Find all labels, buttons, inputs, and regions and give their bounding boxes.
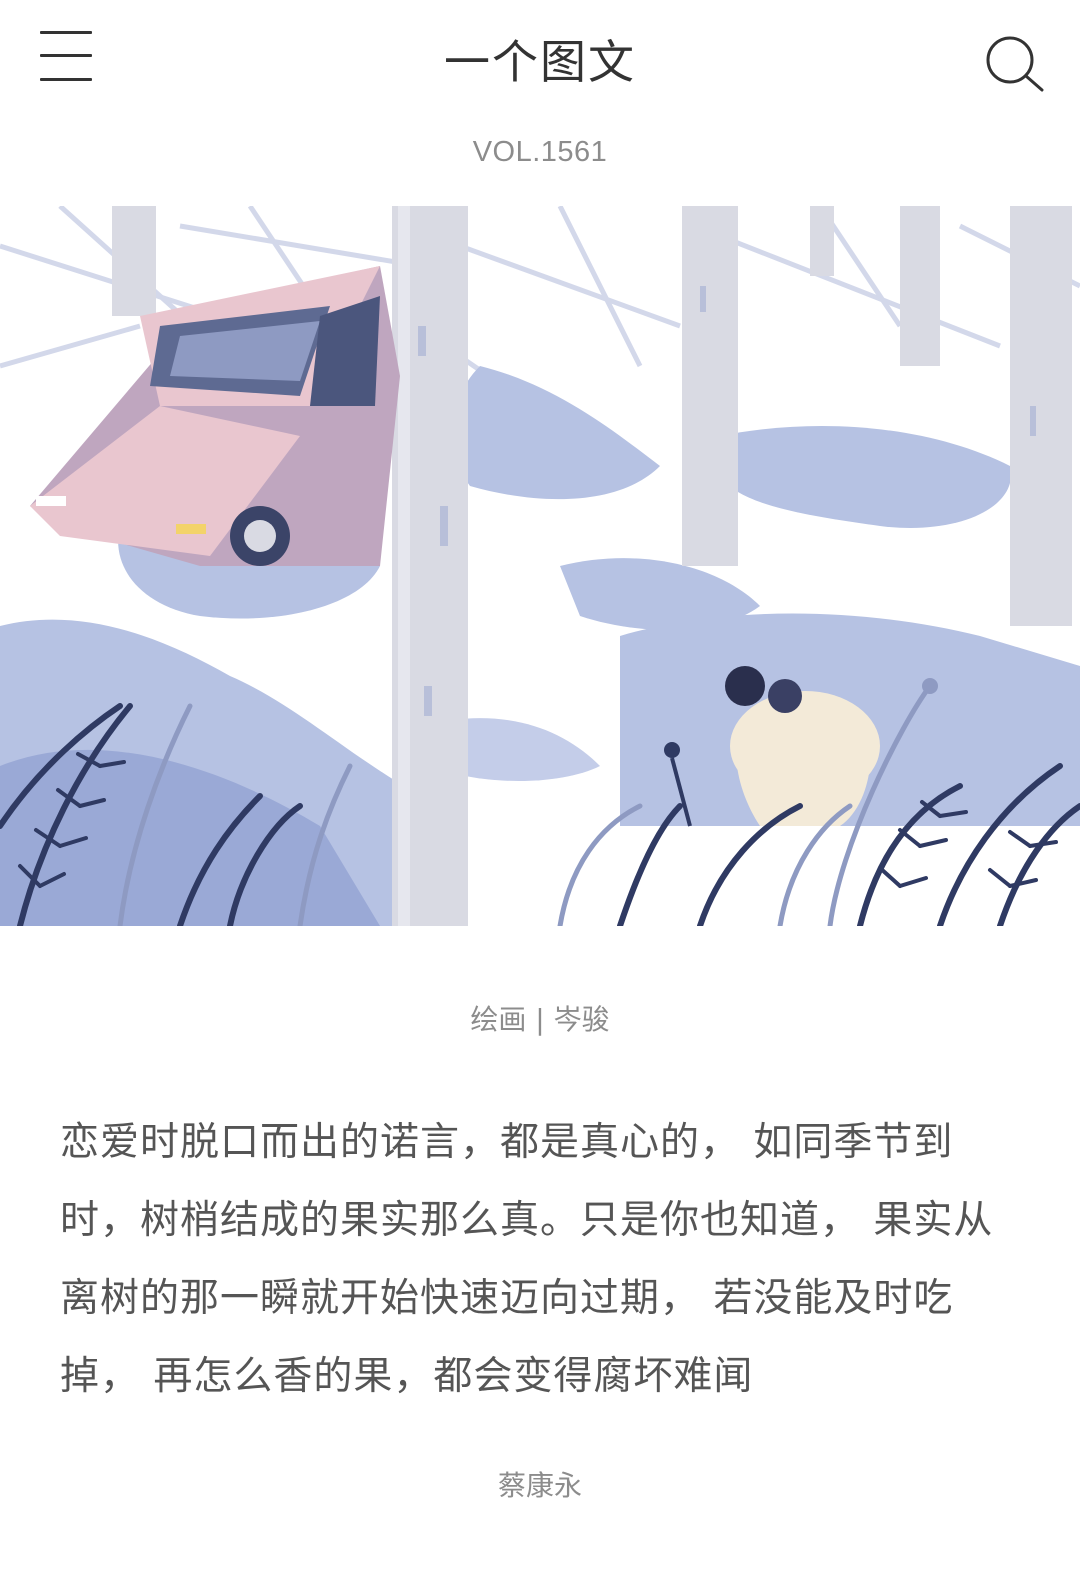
credit-label: 绘画 (470, 1003, 527, 1036)
snow-forest-car-illustration (0, 206, 1080, 926)
quote-author: 蔡康永 (497, 1469, 582, 1502)
volume-number: VOL.1561 (472, 136, 608, 168)
page-title: 一个图文 (444, 35, 636, 89)
top-bar: 一个图文 (0, 0, 1080, 120)
illustration-image[interactable] (0, 206, 1080, 926)
quote-text: 恋爱时脱口而出的诺言，都是真心的， 如同季节到时，树梢结成的果实那么真。只是你也… (60, 1120, 994, 1399)
credit-artist: 岑骏 (553, 1003, 610, 1036)
illustration-credit: 绘画 | 岑骏 (0, 998, 1080, 1042)
search-icon[interactable] (982, 32, 1046, 96)
credit-separator: | (535, 1003, 545, 1036)
